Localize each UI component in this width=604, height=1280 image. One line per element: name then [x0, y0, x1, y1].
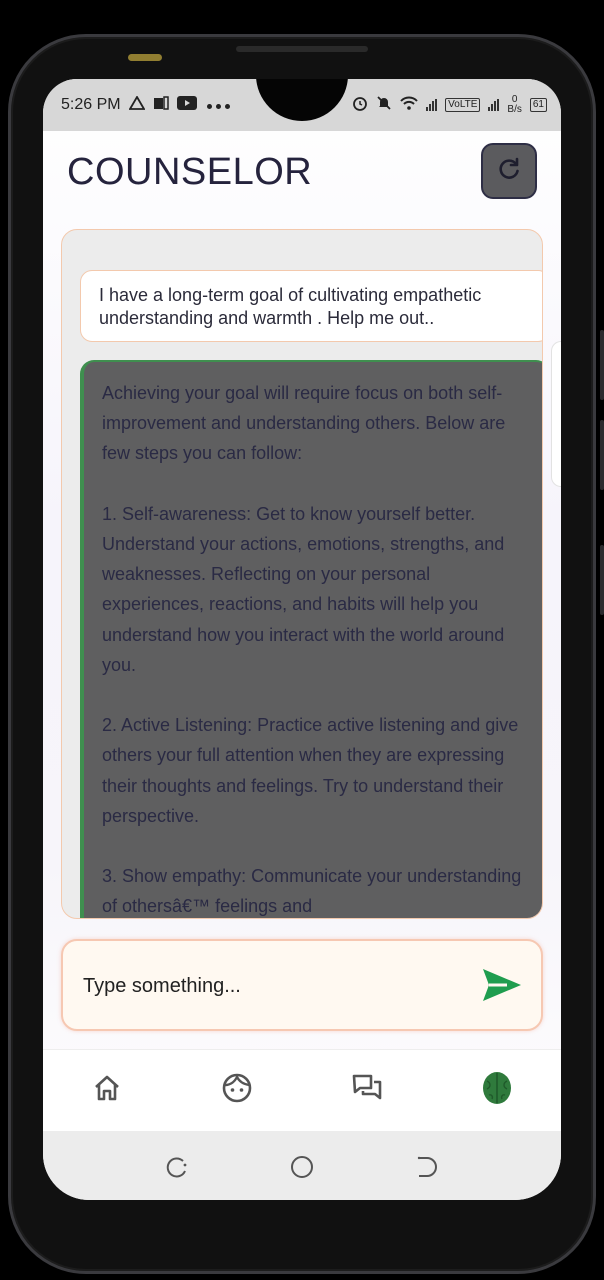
earpiece-speaker — [236, 46, 368, 52]
nav-home[interactable] — [87, 1072, 127, 1108]
recents-button[interactable] — [163, 1153, 191, 1181]
notification-led — [128, 54, 162, 61]
signal-icon — [488, 99, 500, 111]
face-icon — [221, 1072, 253, 1109]
bot-message: Achieving your goal will require focus o… — [80, 360, 542, 918]
mute-icon — [376, 95, 392, 116]
message-input-box — [61, 939, 543, 1031]
app-screen: 5:26 PM VoLTE 0 B/s 61 COUNSELOR I have … — [43, 79, 561, 1200]
chat-history[interactable]: I have a long-term goal of cultivating e… — [61, 229, 543, 919]
volume-button — [600, 420, 604, 490]
refresh-icon — [496, 156, 522, 187]
side-handle[interactable] — [551, 341, 561, 487]
back-button[interactable] — [413, 1153, 441, 1181]
power-button — [600, 545, 604, 615]
notification-icon — [153, 95, 169, 115]
signal-icon — [426, 99, 438, 111]
home-button[interactable] — [288, 1153, 316, 1181]
system-navigation-bar — [43, 1131, 561, 1200]
youtube-icon — [176, 95, 197, 115]
status-time: 5:26 PM — [61, 96, 121, 113]
home-icon — [92, 1073, 122, 1108]
back-icon — [413, 1156, 441, 1185]
chat-bubbles-icon — [351, 1072, 383, 1109]
page-title: COUNSELOR — [67, 151, 313, 193]
brain-icon — [481, 1071, 513, 1110]
refresh-button[interactable] — [481, 143, 537, 199]
recents-icon — [163, 1157, 191, 1185]
volte-icon: VoLTE — [445, 98, 481, 112]
volume-button — [600, 330, 604, 400]
alert-triangle-icon — [128, 94, 146, 115]
net-speed: 0 B/s — [507, 94, 522, 115]
bottom-navigation — [43, 1049, 561, 1131]
nav-chats[interactable] — [347, 1072, 387, 1108]
nav-profile[interactable] — [217, 1072, 257, 1108]
more-dots-icon — [205, 96, 232, 114]
send-icon — [481, 969, 523, 1009]
nav-counselor[interactable] — [477, 1071, 517, 1110]
user-message: I have a long-term goal of cultivating e… — [80, 270, 542, 342]
battery-icon: 61 — [529, 98, 547, 112]
home-circle-icon — [288, 1156, 316, 1185]
message-input[interactable] — [83, 971, 463, 1001]
send-button[interactable] — [481, 965, 523, 1005]
wifi-icon — [400, 96, 418, 115]
alarm-icon — [352, 95, 368, 116]
